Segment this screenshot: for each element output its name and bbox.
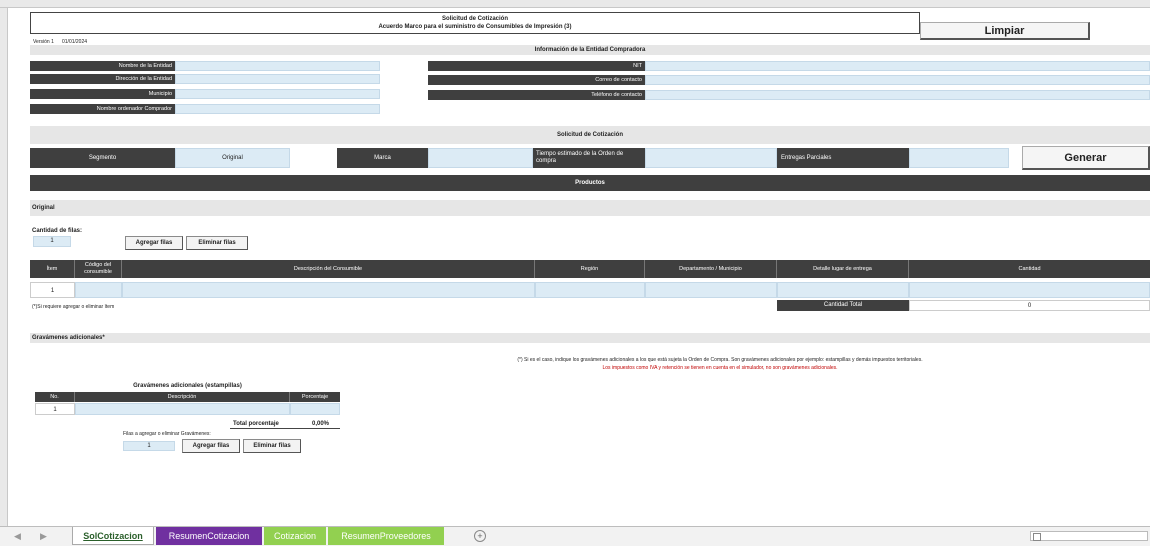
- grav-row-descripcion[interactable]: [75, 403, 290, 415]
- label-direccion-entidad: Dirección de la Entidad: [30, 74, 175, 84]
- grav-filas-label: Filas a agregar o eliminar Gravámenes:: [123, 431, 211, 437]
- col-region: Región: [535, 260, 645, 278]
- segment-name-bar: [30, 200, 1150, 216]
- title-line-1: Solicitud de Cotización: [441, 16, 508, 22]
- grav-col-porcentaje: Porcentaje: [290, 392, 340, 402]
- col-detalle-lugar: Detalle lugar de entrega: [777, 260, 909, 278]
- grav-total-label: Total porcentaje: [233, 421, 279, 427]
- col-cantidad: Cantidad: [909, 260, 1150, 278]
- field-nit[interactable]: [645, 61, 1150, 71]
- field-correo[interactable]: [645, 75, 1150, 85]
- productos-section-title: Productos: [30, 175, 1150, 191]
- tab-resumenproveedores[interactable]: ResumenProveedores: [328, 527, 444, 545]
- table-row-codigo[interactable]: [75, 282, 122, 298]
- generar-button[interactable]: Generar: [1022, 146, 1150, 170]
- col-descripcion: Descripción del Consumible: [122, 260, 535, 278]
- table-row-item: 1: [30, 282, 75, 298]
- field-municipio[interactable]: [175, 89, 380, 99]
- col-codigo: Código del consumible: [75, 260, 122, 278]
- gravamenes-section-bar: [30, 333, 1150, 343]
- label-nit: NIT: [428, 61, 645, 71]
- eliminar-filas-button[interactable]: Eliminar filas: [186, 236, 248, 250]
- grav-eliminar-button[interactable]: Eliminar filas: [243, 439, 301, 453]
- table-row-region[interactable]: [535, 282, 645, 298]
- tiempo-field[interactable]: [645, 148, 777, 168]
- marca-label: Marca: [337, 148, 428, 168]
- tab-solcotizacion[interactable]: SolCotizacion: [72, 527, 154, 545]
- label-nombre-entidad: Nombre de la Entidad: [30, 61, 175, 71]
- tab-cotizacion[interactable]: Cotizacion: [264, 527, 326, 545]
- field-direccion-entidad[interactable]: [175, 74, 380, 84]
- tiempo-label: Tiempo estimado de la Orden de compra: [533, 148, 645, 168]
- segment-name: Original: [32, 205, 55, 211]
- gravamenes-info: (*) Si es el caso, indique los gravámene…: [517, 357, 923, 363]
- table-row-departamento[interactable]: [645, 282, 777, 298]
- grav-row-porcentaje[interactable]: [290, 403, 340, 415]
- segmento-select[interactable]: Original: [175, 148, 290, 168]
- cantidad-filas-input[interactable]: 1: [33, 236, 71, 247]
- cantidad-total-label: Cantidad Total: [777, 300, 909, 311]
- col-item: Ítem: [30, 260, 75, 278]
- grav-total-border: [230, 428, 340, 429]
- field-nombre-ordenador[interactable]: [175, 104, 380, 114]
- row-header-bar: [0, 8, 8, 526]
- col-departamento: Departamento / Municipio: [645, 260, 777, 278]
- title-box: Solicitud de Cotización Acuerdo Marco pa…: [30, 12, 920, 34]
- grav-col-descripcion: Descripción: [75, 392, 290, 402]
- title-line-2: Acuerdo Marco para el suministro de Cons…: [378, 24, 572, 30]
- solicitud-section-title: Solicitud de Cotización: [30, 126, 1150, 144]
- entregas-label: Entregas Parciales: [777, 148, 909, 168]
- marca-select[interactable]: [428, 148, 533, 168]
- productos-note: (*)Si requiere agregar o eliminar ítem: [32, 304, 115, 310]
- grav-total-value: 0,00%: [312, 421, 330, 427]
- limpiar-button[interactable]: Limpiar: [920, 22, 1090, 40]
- table-row-descripcion[interactable]: [122, 282, 535, 298]
- gravamenes-section-title: Gravámenes adicionales*: [32, 335, 105, 341]
- field-telefono[interactable]: [645, 90, 1150, 100]
- grav-row-no: 1: [35, 403, 75, 415]
- entregas-select[interactable]: [909, 148, 1009, 168]
- grav-agregar-button[interactable]: Agregar filas: [182, 439, 240, 453]
- label-telefono: Teléfono de contacto: [428, 90, 645, 100]
- label-municipio: Municipio: [30, 89, 175, 99]
- table-row-detalle[interactable]: [777, 282, 909, 298]
- grav-filas-input[interactable]: 1: [123, 441, 175, 451]
- table-row-cantidad[interactable]: [909, 282, 1150, 298]
- cantidad-total-value: 0: [909, 300, 1150, 311]
- add-sheet-icon[interactable]: +: [474, 530, 486, 542]
- gravamenes-table-title: Gravámenes adicionales (estampillas): [133, 383, 242, 389]
- agregar-filas-button[interactable]: Agregar filas: [125, 236, 183, 250]
- label-nombre-ordenador: Nombre ordenador Comprador: [30, 104, 175, 114]
- grav-col-no: No.: [35, 392, 75, 402]
- entity-section-title: Información de la Entidad Compradora: [30, 45, 1150, 55]
- gravamenes-warning: Los impuestos como IVA y retención se ti…: [602, 365, 838, 371]
- scroll-left-icon[interactable]: [1033, 533, 1041, 541]
- tab-nav-next-icon[interactable]: ▶: [40, 531, 47, 542]
- sheet-tabs-bar: ◀ ▶ SolCotizacion ResumenCotizacion Coti…: [0, 526, 1150, 546]
- segmento-label: Segmento: [30, 148, 175, 168]
- tab-resumencotizacion[interactable]: ResumenCotizacion: [156, 527, 262, 545]
- label-correo: Correo de contacto: [428, 75, 645, 85]
- cantidad-filas-label: Cantidad de filas:: [32, 228, 83, 234]
- field-nombre-entidad[interactable]: [175, 61, 380, 71]
- horizontal-scrollbar[interactable]: [1030, 531, 1148, 541]
- tab-nav-prev-icon[interactable]: ◀: [14, 531, 21, 542]
- column-header-bar: [0, 0, 1150, 8]
